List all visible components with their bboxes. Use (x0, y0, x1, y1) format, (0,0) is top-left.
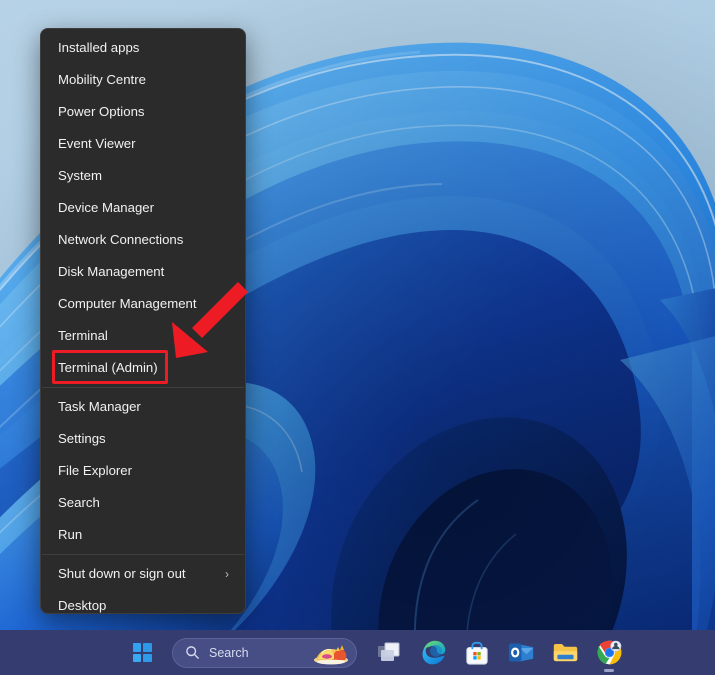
menu-item-event-viewer[interactable]: Event Viewer (41, 128, 245, 160)
google-chrome-button[interactable] (587, 633, 631, 673)
file-explorer-icon (553, 643, 577, 661)
desktop-screen: Installed apps Mobility Centre Power Opt… (0, 0, 715, 675)
menu-item-label: Computer Management (58, 296, 197, 311)
outlook-button[interactable] (499, 633, 543, 673)
winx-power-user-menu[interactable]: Installed apps Mobility Centre Power Opt… (40, 28, 246, 614)
menu-item-disk-management[interactable]: Disk Management (41, 256, 245, 288)
menu-item-file-explorer[interactable]: File Explorer (41, 455, 245, 487)
menu-item-installed-apps[interactable]: Installed apps (41, 32, 245, 64)
menu-item-label: System (58, 168, 102, 183)
active-app-indicator (604, 668, 614, 672)
taskbar[interactable]: Search (0, 630, 715, 675)
menu-item-label: Shut down or sign out (58, 566, 186, 581)
microsoft-edge-icon (422, 640, 445, 665)
menu-item-shut-down-or-sign-out[interactable]: Shut down or sign out › (41, 558, 245, 590)
task-view-icon (378, 642, 400, 661)
menu-item-label: Installed apps (58, 40, 140, 55)
menu-item-label: Event Viewer (58, 136, 136, 151)
menu-item-terminal[interactable]: Terminal (41, 320, 245, 352)
search-input[interactable]: Search (172, 637, 357, 668)
menu-item-run[interactable]: Run (41, 519, 245, 551)
menu-group-session: Shut down or sign out › Desktop (41, 558, 245, 613)
google-chrome-icon (597, 640, 621, 665)
file-explorer-button[interactable] (543, 633, 587, 673)
menu-item-device-manager[interactable]: Device Manager (41, 192, 245, 224)
menu-separator-1 (42, 387, 244, 388)
menu-item-label: Terminal (58, 328, 108, 343)
menu-item-system[interactable]: System (41, 160, 245, 192)
menu-item-terminal-admin[interactable]: Terminal (Admin) (41, 352, 245, 384)
menu-item-label: File Explorer (58, 463, 133, 478)
menu-item-network-connections[interactable]: Network Connections (41, 224, 245, 256)
menu-item-label: Network Connections (58, 232, 184, 247)
menu-item-label: Task Manager (58, 399, 141, 414)
microsoft-store-icon (466, 641, 488, 665)
menu-item-label: Mobility Centre (58, 72, 146, 87)
menu-item-power-options[interactable]: Power Options (41, 96, 245, 128)
menu-item-task-manager[interactable]: Task Manager (41, 391, 245, 423)
menu-group-system-tools: Installed apps Mobility Centre Power Opt… (41, 32, 245, 384)
outlook-icon (508, 643, 533, 662)
windows-logo-icon (132, 643, 152, 662)
menu-item-mobility-centre[interactable]: Mobility Centre (41, 64, 245, 96)
menu-item-label: Settings (58, 431, 106, 446)
menu-item-label: Run (58, 527, 83, 542)
taskbar-button-group: Search (120, 633, 631, 673)
chevron-right-icon: › (225, 567, 229, 581)
menu-group-utilities: Task Manager Settings File Explorer Sear… (41, 391, 245, 551)
task-view-button[interactable] (367, 633, 411, 673)
menu-item-label: Terminal (Admin) (58, 360, 158, 375)
microsoft-store-button[interactable] (455, 633, 499, 673)
menu-item-label: Power Options (58, 104, 145, 119)
menu-item-label: Search (58, 495, 100, 510)
search-highlight-illustration (314, 644, 348, 664)
menu-item-computer-management[interactable]: Computer Management (41, 288, 245, 320)
search-icon (186, 646, 199, 659)
search-placeholder: Search (209, 645, 249, 660)
microsoft-edge-button[interactable] (411, 633, 455, 673)
menu-item-desktop[interactable]: Desktop (41, 590, 245, 613)
menu-item-settings[interactable]: Settings (41, 423, 245, 455)
menu-item-label: Disk Management (58, 264, 165, 279)
start-button[interactable] (120, 633, 164, 673)
menu-separator-2 (42, 554, 244, 555)
menu-item-label: Desktop (58, 598, 107, 613)
menu-item-label: Device Manager (58, 200, 155, 215)
menu-item-search[interactable]: Search (41, 487, 245, 519)
